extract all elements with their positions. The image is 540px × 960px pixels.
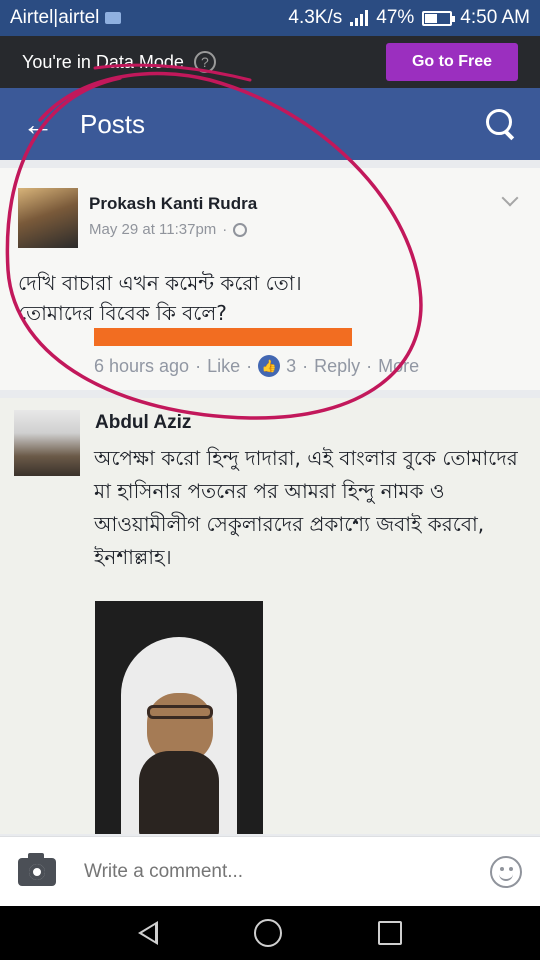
signal-icon bbox=[350, 10, 369, 26]
commenter-name[interactable]: Abdul Aziz bbox=[95, 412, 191, 434]
nav-recents-icon[interactable] bbox=[378, 921, 402, 945]
post-age: 6 hours ago bbox=[94, 355, 190, 376]
meta-separator: · bbox=[222, 221, 228, 238]
like-link[interactable]: Like bbox=[207, 356, 240, 377]
post-text: দেখি বাচারা এখন কমেন্ট করো তো। তোমাদের ব… bbox=[18, 268, 478, 328]
go-to-free-button[interactable]: Go to Free bbox=[386, 43, 518, 81]
back-arrow-icon[interactable]: ← bbox=[22, 106, 62, 143]
action-separator: · bbox=[195, 355, 202, 376]
emoji-icon[interactable] bbox=[490, 855, 522, 888]
action-separator: · bbox=[246, 355, 253, 376]
thumbs-up-icon: 👍 bbox=[258, 355, 281, 377]
status-bar: Airtel|airtel 4.3K/s 47% 4:50 AM bbox=[0, 0, 540, 36]
post-text-line: দেখি বাচারা এখন কমেন্ট করো তো। bbox=[18, 271, 302, 295]
camera-icon[interactable] bbox=[18, 852, 56, 886]
android-nav-bar bbox=[0, 906, 540, 960]
action-separator: · bbox=[366, 355, 373, 376]
nav-home-icon[interactable] bbox=[254, 919, 282, 947]
comment-item: Abdul Aziz অপেক্ষা করো হিন্দু দাদারা, এই… bbox=[0, 398, 540, 834]
post-author-name[interactable]: Prokash Kanti Rudra bbox=[89, 194, 257, 214]
network-speed: 4.3K/s bbox=[288, 7, 343, 28]
comment-text: অপেক্ষা করো হিন্দু দাদারা, এই বাংলার বুক… bbox=[94, 446, 518, 569]
top-nav-bar: ← Posts bbox=[0, 88, 540, 160]
like-count[interactable]: 3 bbox=[286, 356, 296, 377]
carrier-name: Airtel|airtel bbox=[10, 7, 100, 28]
post-meta: May 29 at 11:37pm · bbox=[89, 221, 248, 238]
carrier-group: Airtel|airtel bbox=[10, 7, 122, 29]
nav-back-icon[interactable] bbox=[138, 921, 158, 945]
post-text-line: তোমাদের বিবেক কি বলে? bbox=[18, 301, 227, 325]
commenter-avatar[interactable] bbox=[14, 410, 80, 476]
data-mode-bar: You're in Data Mode ? Go to Free bbox=[0, 36, 540, 88]
reply-link[interactable]: Reply bbox=[314, 356, 360, 377]
search-icon[interactable] bbox=[484, 107, 518, 141]
photo-glasses bbox=[147, 705, 213, 719]
help-icon[interactable]: ? bbox=[193, 51, 216, 73]
photo-beard bbox=[139, 751, 219, 834]
globe-icon bbox=[233, 222, 248, 237]
post-card: Prokash Kanti Rudra May 29 at 11:37pm · … bbox=[0, 168, 540, 390]
clock: 4:50 AM bbox=[460, 7, 530, 28]
post-actions: 6 hours ago · Like · 👍 3 · Reply · More bbox=[94, 355, 419, 377]
page-title: Posts bbox=[80, 108, 146, 139]
data-mode-message: You're in Data Mode bbox=[22, 51, 184, 72]
chevron-down-icon[interactable] bbox=[501, 189, 519, 207]
battery-percent: 47% bbox=[376, 7, 415, 28]
comment-photo[interactable] bbox=[95, 601, 263, 834]
battery-icon bbox=[422, 10, 456, 26]
comment-input[interactable] bbox=[84, 860, 464, 883]
post-date[interactable]: May 29 at 11:37pm bbox=[89, 221, 216, 238]
action-separator: · bbox=[302, 355, 309, 376]
sim-icon bbox=[105, 12, 122, 24]
status-indicators: 4.3K/s 47% 4:50 AM bbox=[288, 7, 530, 29]
shared-image-strip[interactable] bbox=[94, 328, 352, 346]
more-link[interactable]: More bbox=[378, 356, 419, 377]
author-avatar[interactable] bbox=[18, 188, 78, 248]
comment-composer bbox=[0, 836, 540, 906]
